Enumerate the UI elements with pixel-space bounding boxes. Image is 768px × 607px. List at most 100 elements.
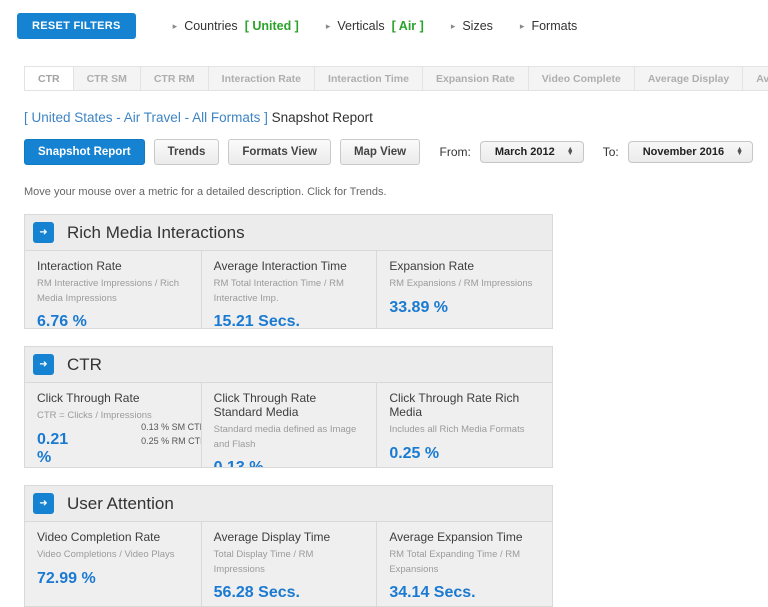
filter-formats[interactable]: ▸ Formats bbox=[520, 19, 577, 33]
controls-row: Snapshot Report Trends Formats View Map … bbox=[24, 139, 753, 165]
panel-title: CTR bbox=[67, 354, 102, 374]
panel-header[interactable]: ➜ User Attention bbox=[24, 485, 553, 522]
metric-name: Video Completion Rate bbox=[37, 530, 161, 544]
metric-value: 34.14 Secs. bbox=[389, 584, 476, 602]
metric-ctr-standard-media[interactable]: Click Through Rate Standard Media Standa… bbox=[200, 383, 377, 467]
tab-aver-expanding[interactable]: Aver. Expanding bbox=[742, 66, 768, 91]
metric-interaction-rate[interactable]: Interaction Rate RM Interactive Impressi… bbox=[25, 251, 201, 328]
rm-ctr-label: 0.25 % RM CTR bbox=[141, 435, 201, 446]
metric-click-through-rate[interactable]: Click Through Rate CTR = Clicks / Impres… bbox=[25, 383, 201, 467]
metric-value: 33.89 % bbox=[389, 298, 449, 316]
tab-video-complete[interactable]: Video Complete bbox=[527, 66, 635, 91]
metric-formula: RM Total Expanding Time / RM Expansions bbox=[389, 549, 521, 575]
metric-formula: RM Interactive Impressions / Rich Media … bbox=[37, 278, 180, 304]
tab-interaction-rate[interactable]: Interaction Rate bbox=[207, 66, 316, 91]
metric-formula: RM Expansions / RM Impressions bbox=[389, 278, 533, 289]
tab-ctr-sm[interactable]: CTR SM bbox=[72, 66, 141, 91]
tab-ctr[interactable]: CTR bbox=[24, 66, 74, 91]
page-title: [ United States - Air Travel - All Forma… bbox=[24, 110, 744, 125]
filter-label: Sizes bbox=[462, 19, 493, 33]
arrow-right-icon: ➜ bbox=[33, 222, 54, 243]
metric-average-interaction-time[interactable]: Average Interaction Time RM Total Intera… bbox=[200, 251, 377, 328]
panel-header[interactable]: ➜ Rich Media Interactions bbox=[24, 214, 553, 251]
reset-filters-button[interactable]: RESET FILTERS bbox=[17, 13, 136, 39]
metric-name: Click Through Rate Rich Media bbox=[389, 391, 520, 419]
to-date-select[interactable]: November 2016 ▲ ▼ bbox=[627, 141, 753, 163]
filter-label: Formats bbox=[531, 19, 578, 33]
sm-ctr-label: 0.13 % SM CTR bbox=[141, 421, 201, 432]
breadcrumb-arrow-icon: ▸ bbox=[519, 20, 525, 31]
report-scope: [ United States - Air Travel - All Forma… bbox=[24, 110, 268, 125]
panel-user-attention: ➜ User Attention Video Completion Rate V… bbox=[24, 485, 553, 607]
filter-countries[interactable]: ▸ Countries [ United ] bbox=[173, 19, 299, 33]
filter-label: Countries bbox=[184, 19, 238, 33]
panel-header[interactable]: ➜ CTR bbox=[24, 346, 553, 383]
rm-ctr-legend-row: 0.25 % RM CTR bbox=[95, 436, 201, 446]
sm-ctr-legend-row: 0.13 % SM CTR bbox=[95, 422, 201, 432]
stepper-icon: ▲ ▼ bbox=[736, 145, 743, 157]
metric-value: 0.13 % bbox=[214, 459, 365, 467]
view-buttons: Snapshot Report Trends Formats View Map … bbox=[24, 139, 421, 165]
metric-formula: Standard media defined as Image and Flas… bbox=[213, 424, 357, 450]
breadcrumb-arrow-icon: ▸ bbox=[172, 20, 178, 31]
ctr-comparison-chart: 0.13 % SM CTR 0.25 % RM CTR bbox=[95, 422, 201, 450]
metric-value: 0.21 % bbox=[37, 430, 69, 466]
metrics-row: Click Through Rate CTR = Clicks / Impres… bbox=[24, 383, 553, 468]
snapshot-report-button[interactable]: Snapshot Report bbox=[24, 139, 145, 165]
tab-interaction-time[interactable]: Interaction Time bbox=[314, 66, 423, 91]
to-label: To: bbox=[602, 145, 619, 159]
metric-name: Click Through Rate Standard Media bbox=[213, 391, 317, 419]
panel-ctr: ➜ CTR Click Through Rate CTR = Clicks / … bbox=[24, 346, 553, 468]
metric-value: 72.99 % bbox=[37, 569, 96, 587]
instruction-text: Move your mouse over a metric for a deta… bbox=[24, 186, 387, 198]
snapshot-report-page: RESET FILTERS ▸ Countries [ United ] ▸ V… bbox=[0, 0, 768, 607]
metrics-row: Video Completion Rate Video Completions … bbox=[24, 522, 553, 607]
metric-name: Interaction Rate bbox=[37, 259, 122, 273]
tab-ctr-rm[interactable]: CTR RM bbox=[139, 66, 209, 91]
filter-bar: RESET FILTERS ▸ Countries [ United ] ▸ V… bbox=[0, 0, 768, 39]
metric-name: Expansion Rate bbox=[389, 259, 475, 273]
metric-name: Average Display Time bbox=[213, 530, 331, 544]
filter-label: Verticals bbox=[337, 19, 385, 33]
filter-sizes[interactable]: ▸ Sizes bbox=[451, 19, 493, 33]
arrow-right-icon: ➜ bbox=[33, 493, 54, 514]
map-view-button[interactable]: Map View bbox=[339, 139, 421, 165]
metric-ctr-rich-media[interactable]: Click Through Rate Rich Media Includes a… bbox=[376, 383, 552, 467]
metric-formula: RM Total Interaction Time / RM Interacti… bbox=[213, 278, 344, 304]
metric-average-expansion-time[interactable]: Average Expansion Time RM Total Expandin… bbox=[376, 522, 552, 606]
formats-view-button[interactable]: Formats View bbox=[228, 139, 331, 165]
filter-verticals[interactable]: ▸ Verticals [ Air ] bbox=[326, 19, 424, 33]
trends-button[interactable]: Trends bbox=[153, 139, 220, 165]
filter-breadcrumbs: ▸ Countries [ United ] ▸ Verticals [ Air… bbox=[173, 19, 578, 33]
panel-title: User Attention bbox=[67, 493, 174, 513]
metric-name: Click Through Rate bbox=[37, 391, 140, 405]
report-name: Snapshot Report bbox=[271, 110, 373, 125]
metric-formula: Total Display Time / RM Impressions bbox=[213, 549, 314, 575]
breadcrumb-arrow-icon: ▸ bbox=[450, 20, 456, 31]
panel-rich-media-interactions: ➜ Rich Media Interactions Interaction Ra… bbox=[24, 214, 553, 329]
arrow-right-icon: ➜ bbox=[33, 354, 54, 375]
metric-value: 0.25 % bbox=[389, 444, 440, 462]
breadcrumb-arrow-icon: ▸ bbox=[325, 20, 331, 31]
metric-value: 15.21 Secs. bbox=[213, 313, 300, 328]
date-range-controls: From: March 2012 ▲ ▼ To: November 2016 ▲ ▼ bbox=[439, 141, 753, 163]
from-label: From: bbox=[439, 145, 471, 159]
metric-video-completion-rate[interactable]: Video Completion Rate Video Completions … bbox=[25, 522, 201, 606]
from-date-value: March 2012 bbox=[494, 146, 555, 158]
metric-average-display-time[interactable]: Average Display Time Total Display Time … bbox=[200, 522, 377, 606]
metric-expansion-rate[interactable]: Expansion Rate RM Expansions / RM Impres… bbox=[376, 251, 552, 328]
metrics-row: Interaction Rate RM Interactive Impressi… bbox=[24, 251, 553, 329]
to-date-value: November 2016 bbox=[642, 146, 725, 158]
metric-name: Average Interaction Time bbox=[213, 259, 347, 273]
panel-title: Rich Media Interactions bbox=[67, 222, 245, 242]
metric-formula: Video Completions / Video Plays bbox=[37, 549, 175, 560]
metric-value: 6.76 % bbox=[37, 313, 87, 328]
metric-formula: Includes all Rich Media Formats bbox=[389, 424, 525, 435]
filter-selected-value: [ United ] bbox=[244, 19, 299, 33]
stepper-icon: ▲ ▼ bbox=[566, 145, 574, 157]
metric-tab-strip: CTR CTR SM CTR RM Interaction Rate Inter… bbox=[24, 66, 768, 91]
tab-average-display[interactable]: Average Display bbox=[633, 66, 744, 91]
metric-name: Average Expansion Time bbox=[389, 530, 523, 544]
from-date-select[interactable]: March 2012 ▲ ▼ bbox=[479, 141, 584, 163]
tab-expansion-rate[interactable]: Expansion Rate bbox=[421, 66, 529, 91]
